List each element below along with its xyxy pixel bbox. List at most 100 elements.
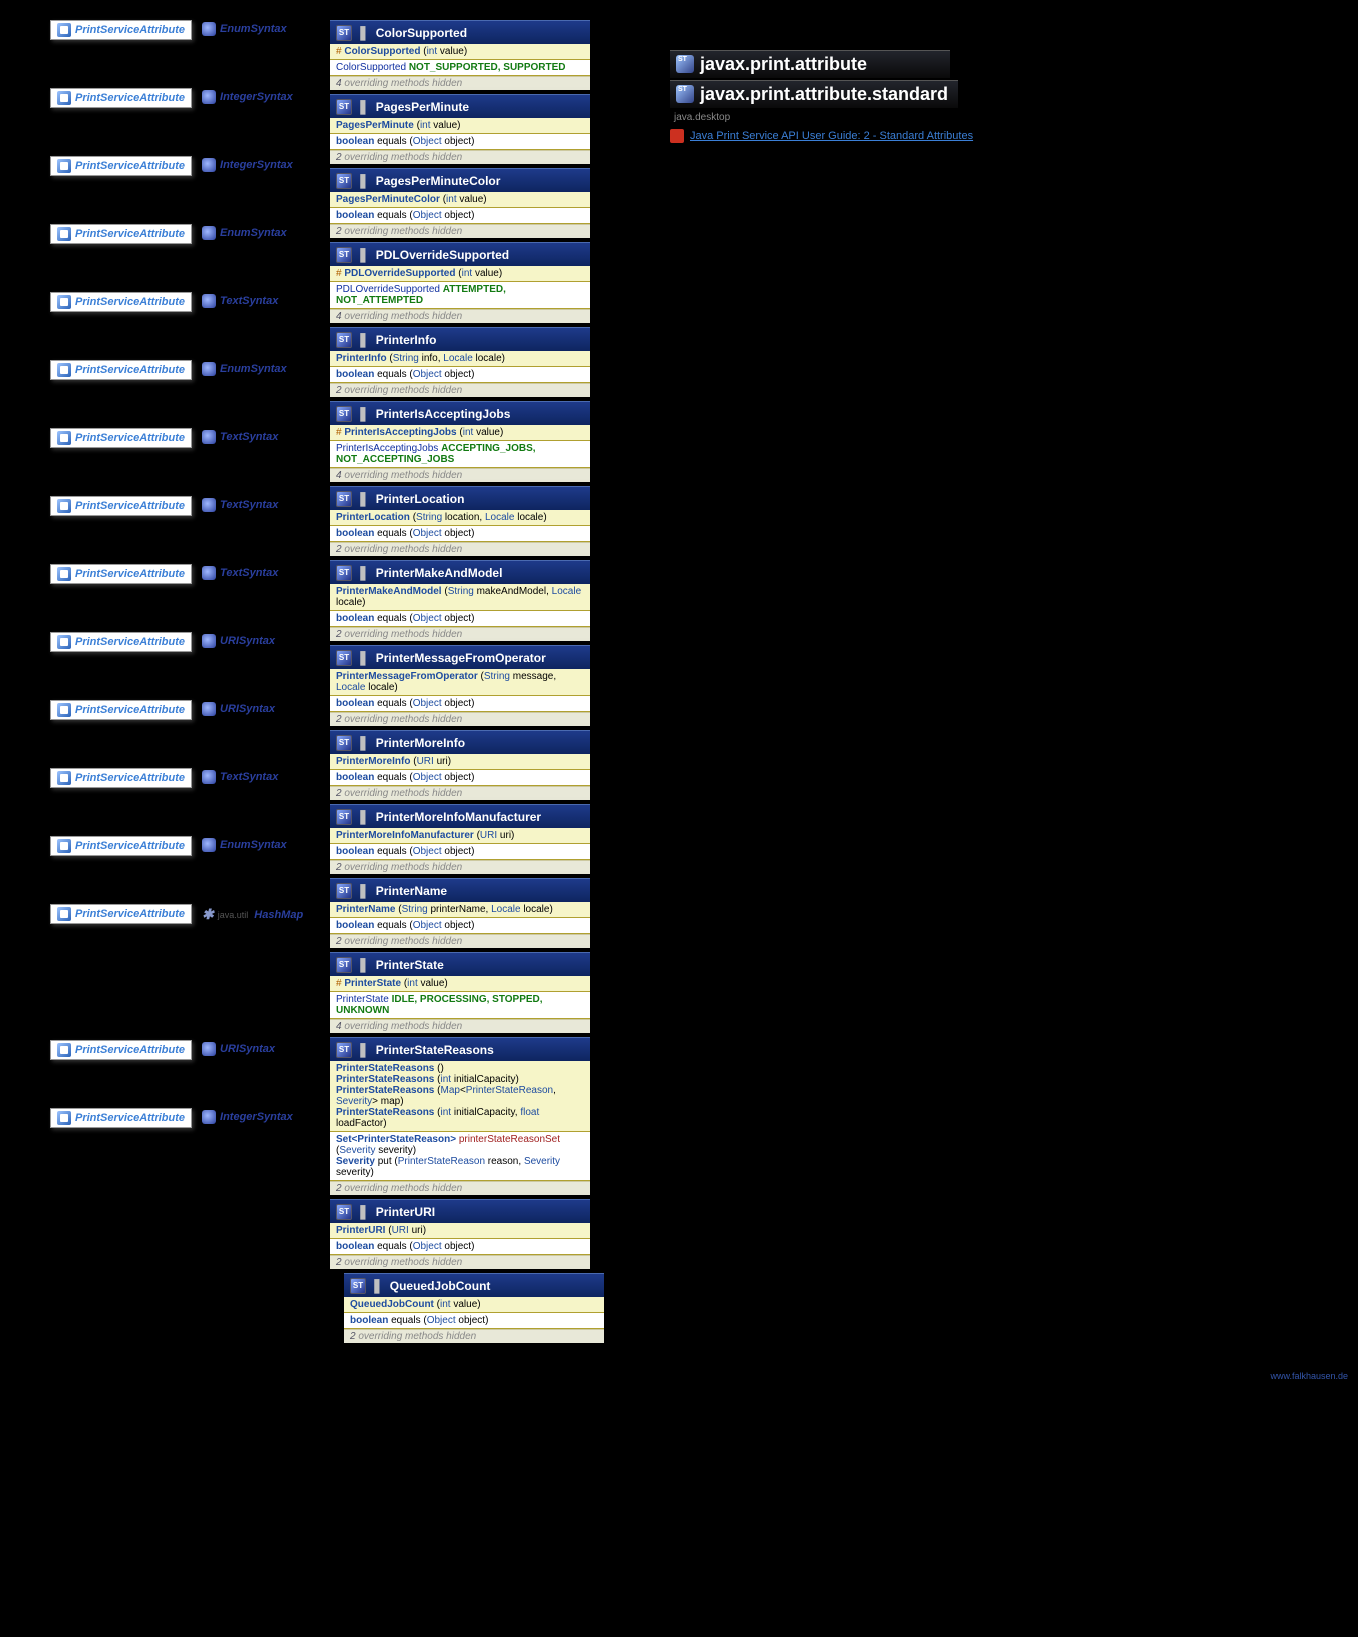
footer-link[interactable]: www.falkhausen.de — [1270, 1371, 1348, 1381]
syntax-icon — [202, 226, 216, 240]
interface-row: PrintServiceAttribute IntegerSyntax — [0, 1108, 330, 1176]
class-box: ST❚PrinterURIPrinterURI (URI uri)boolean… — [330, 1199, 590, 1269]
syntax-label[interactable]: EnumSyntax — [202, 838, 287, 852]
interface-row: PrintServiceAttribute ✱java.utilHashMap — [0, 904, 330, 1040]
class-header[interactable]: ST❚PrinterInfo — [330, 327, 590, 351]
class-icon: ST — [336, 957, 352, 973]
interface-pill[interactable]: PrintServiceAttribute — [50, 20, 192, 40]
interface-pill[interactable]: PrintServiceAttribute — [50, 156, 192, 176]
class-name: PrinterInfo — [376, 333, 437, 347]
class-header[interactable]: ST❚PrinterState — [330, 952, 590, 976]
class-icon: ST — [336, 883, 352, 899]
constructor-section: PrinterInfo (String info, Locale locale) — [330, 351, 590, 367]
interface-icon — [57, 363, 71, 377]
class-header[interactable]: ST❚PrinterMoreInfo — [330, 730, 590, 754]
interface-pill[interactable]: PrintServiceAttribute — [50, 904, 192, 924]
syntax-label[interactable]: URISyntax — [202, 702, 275, 716]
syntax-label[interactable]: EnumSyntax — [202, 226, 287, 240]
class-header[interactable]: ST❚PagesPerMinute — [330, 94, 590, 118]
methods-section: boolean equals (Object object) — [330, 208, 590, 224]
interface-row: PrintServiceAttribute EnumSyntax — [0, 836, 330, 904]
class-name: PrinterMessageFromOperator — [376, 651, 546, 665]
override-note: 2 overriding methods hidden — [330, 1255, 590, 1269]
class-header[interactable]: ST❚PrinterName — [330, 878, 590, 902]
syntax-label[interactable]: IntegerSyntax — [202, 90, 293, 104]
class-name: PrinterMoreInfo — [376, 736, 465, 750]
constants-section: PrinterIsAcceptingJobs ACCEPTING_JOBS, N… — [330, 441, 590, 468]
package-name-0: javax.print.attribute — [700, 54, 867, 74]
interface-icon — [57, 771, 71, 785]
syntax-icon — [202, 294, 216, 308]
override-note: 2 overriding methods hidden — [330, 627, 590, 641]
doc-link[interactable]: Java Print Service API User Guide: 2 - S… — [690, 130, 973, 142]
class-header[interactable]: ST❚PagesPerMinuteColor — [330, 168, 590, 192]
interface-pill[interactable]: PrintServiceAttribute — [50, 836, 192, 856]
final-marker: ❚ — [357, 882, 369, 899]
syntax-label[interactable]: TextSyntax — [202, 566, 278, 580]
constructor-section: PrinterStateReasons ()PrinterStateReason… — [330, 1061, 590, 1132]
interface-pill[interactable]: PrintServiceAttribute — [50, 292, 192, 312]
class-icon: ST — [336, 650, 352, 666]
class-column: ST❚ColorSupported# ColorSupported (int v… — [330, 0, 640, 1347]
final-marker: ❚ — [357, 1041, 369, 1058]
syntax-label[interactable]: TextSyntax — [202, 770, 278, 784]
syntax-label[interactable]: TextSyntax — [202, 294, 278, 308]
class-header[interactable]: ST❚PrinterMakeAndModel — [330, 560, 590, 584]
syntax-name: TextSyntax — [220, 771, 278, 783]
syntax-label[interactable]: URISyntax — [202, 634, 275, 648]
interface-pill[interactable]: PrintServiceAttribute — [50, 1040, 192, 1060]
class-box: ST❚PrinterState # PrinterState (int value… — [330, 952, 590, 1033]
interface-label: PrintServiceAttribute — [75, 500, 185, 512]
interface-pill[interactable]: PrintServiceAttribute — [50, 1108, 192, 1128]
interface-row: PrintServiceAttribute EnumSyntax — [0, 360, 330, 428]
syntax-name: URISyntax — [220, 703, 275, 715]
class-header[interactable]: ST❚QueuedJobCount — [344, 1273, 604, 1297]
doc-link-row: Java Print Service API User Guide: 2 - S… — [670, 129, 1328, 143]
constructor: PrinterURI (URI uri) — [336, 1225, 584, 1236]
syntax-icon — [202, 634, 216, 648]
interface-pill[interactable]: PrintServiceAttribute — [50, 428, 192, 448]
interface-icon — [57, 91, 71, 105]
interface-pill[interactable]: PrintServiceAttribute — [50, 496, 192, 516]
syntax-name: TextSyntax — [220, 499, 278, 511]
class-header[interactable]: ST❚PrinterIsAcceptingJobs — [330, 401, 590, 425]
class-name: PrinterState — [376, 958, 444, 972]
class-header[interactable]: ST❚PrinterLocation — [330, 486, 590, 510]
final-marker: ❚ — [357, 246, 369, 263]
final-marker: ❚ — [357, 734, 369, 751]
constructor: PrinterStateReasons (int initialCapacity… — [336, 1107, 584, 1129]
class-header[interactable]: ST❚PrinterMessageFromOperator — [330, 645, 590, 669]
method: boolean equals (Object object) — [336, 369, 584, 380]
syntax-label[interactable]: EnumSyntax — [202, 22, 287, 36]
syntax-label[interactable]: EnumSyntax — [202, 362, 287, 376]
syntax-label[interactable]: IntegerSyntax — [202, 1110, 293, 1124]
interface-pill[interactable]: PrintServiceAttribute — [50, 224, 192, 244]
override-note: 2 overriding methods hidden — [330, 860, 590, 874]
syntax-icon — [202, 1042, 216, 1056]
constructor: # PrinterState (int value) — [336, 978, 584, 989]
syntax-label[interactable]: TextSyntax — [202, 430, 278, 444]
class-header[interactable]: ST❚PrinterStateReasons — [330, 1037, 590, 1061]
class-header[interactable]: ST❚ColorSupported — [330, 20, 590, 44]
syntax-label[interactable]: TextSyntax — [202, 498, 278, 512]
book-icon — [670, 129, 684, 143]
interface-label: PrintServiceAttribute — [75, 840, 185, 852]
syntax-label[interactable]: ✱java.utilHashMap — [202, 906, 303, 923]
methods-section: boolean equals (Object object) — [330, 844, 590, 860]
syntax-name: TextSyntax — [220, 431, 278, 443]
class-header[interactable]: ST❚PrinterURI — [330, 1199, 590, 1223]
class-box: ST❚PrinterNamePrinterName (String printe… — [330, 878, 590, 948]
syntax-label[interactable]: URISyntax — [202, 1042, 275, 1056]
class-name: PrinterMakeAndModel — [376, 566, 503, 580]
syntax-label[interactable]: IntegerSyntax — [202, 158, 293, 172]
constructor: PagesPerMinuteColor (int value) — [336, 194, 584, 205]
class-header[interactable]: ST❚PrinterMoreInfoManufacturer — [330, 804, 590, 828]
class-header[interactable]: ST❚PDLOverrideSupported — [330, 242, 590, 266]
interface-pill[interactable]: PrintServiceAttribute — [50, 360, 192, 380]
interface-pill[interactable]: PrintServiceAttribute — [50, 632, 192, 652]
interface-label: PrintServiceAttribute — [75, 908, 185, 920]
interface-pill[interactable]: PrintServiceAttribute — [50, 88, 192, 108]
interface-pill[interactable]: PrintServiceAttribute — [50, 700, 192, 720]
interface-pill[interactable]: PrintServiceAttribute — [50, 564, 192, 584]
interface-pill[interactable]: PrintServiceAttribute — [50, 768, 192, 788]
